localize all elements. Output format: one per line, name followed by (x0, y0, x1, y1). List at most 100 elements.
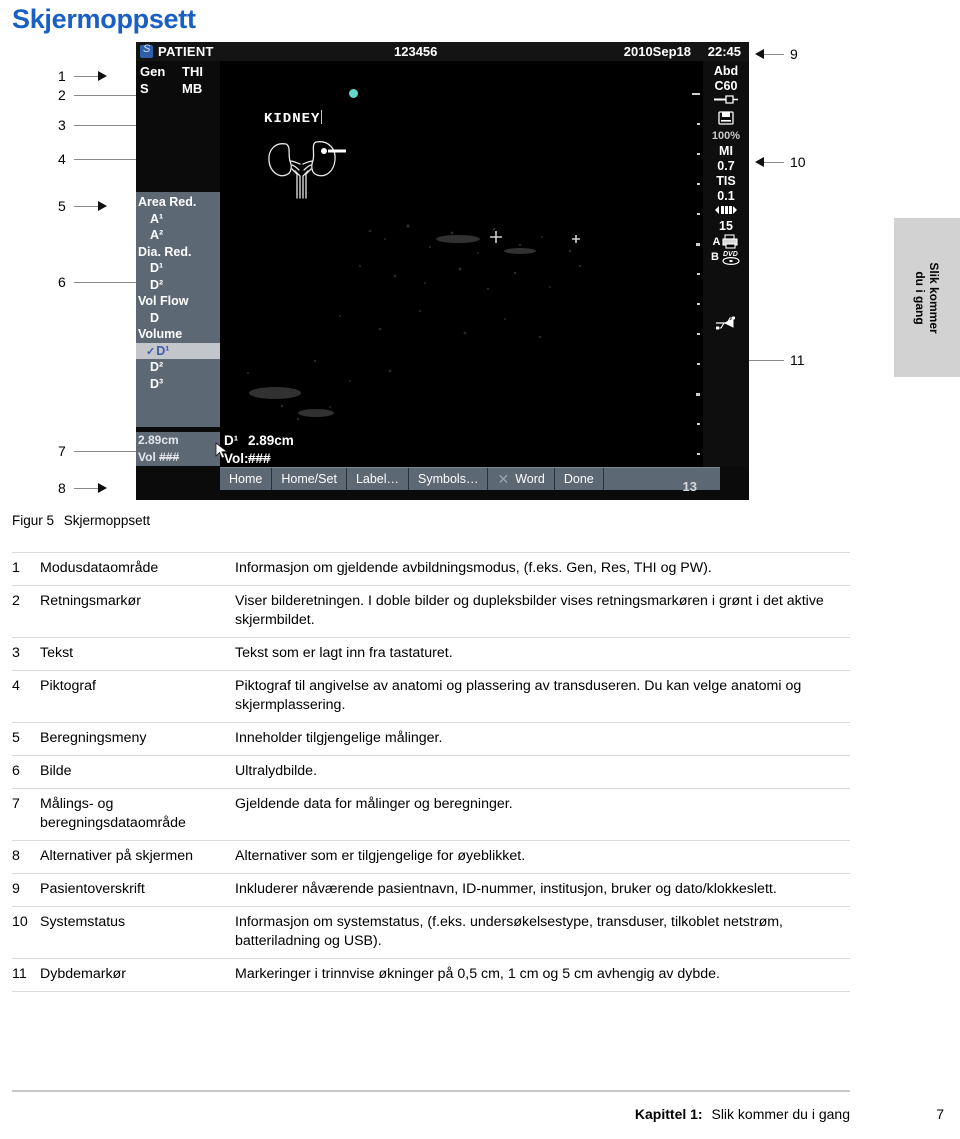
calc-menu-item[interactable]: D² (136, 359, 220, 376)
row-description: Piktograf til angivelse av anatomi og pl… (235, 670, 850, 723)
row-description: Inneholder tilgjengelige målinger. (235, 722, 850, 756)
table-row: 11 Dybdemarkør Markeringer i trinnvise ø… (12, 958, 850, 992)
calc-menu-item[interactable]: D¹ (136, 260, 220, 277)
footer-page-number: 7 (936, 1106, 944, 1122)
table-row: 3 Tekst Tekst som er lagt inn fra tastat… (12, 637, 850, 671)
table-row: 1 Modusdataområde Informasjon om gjelden… (12, 552, 850, 586)
onscreen-options-bar[interactable]: Home Home/Set Label… Symbols… ✕ Word Done (220, 467, 720, 490)
mode-s: S (140, 81, 149, 96)
patient-label: PATIENT (158, 44, 214, 59)
callout-number-3: 3 (58, 117, 66, 133)
row-name: Beregningsmeny (40, 722, 235, 756)
transducer-icon (703, 94, 749, 108)
footer-divider (12, 1090, 850, 1092)
footer-text: Kapittel 1: Slik kommer du i gang (635, 1106, 850, 1122)
row-description: Viser bilderetningen. I doble bilder og … (235, 585, 850, 638)
leader-arrow-9 (755, 49, 764, 59)
calculation-menu[interactable]: Area Red. A¹ A² Dia. Red. D¹ D² Vol Flow… (136, 192, 220, 427)
label-button[interactable]: Label… (347, 468, 410, 490)
page-root: Skjermoppsett 1 2 3 4 5 6 7 8 9 10 11 S … (0, 0, 960, 1139)
orientation-marker-dot (349, 89, 358, 98)
row-name: Piktograf (40, 670, 235, 723)
table-row: 6 Bilde Ultralydbilde. (12, 755, 850, 789)
row-number: 7 (12, 788, 40, 841)
row-number: 4 (12, 670, 40, 723)
patient-id: 123456 (394, 44, 438, 59)
text-caret (321, 110, 323, 124)
leader-arrow-5 (98, 201, 107, 211)
depth-marker-value: 13 (682, 479, 697, 494)
callout-number-1: 1 (58, 68, 66, 84)
row-number: 8 (12, 840, 40, 874)
transducer-name: C60 (714, 79, 738, 93)
calc-menu-item[interactable]: A² (136, 227, 220, 244)
row-description: Tekst som er lagt inn fra tastaturet. (235, 637, 850, 671)
row-name: Pasientoverskrift (40, 873, 235, 907)
table-row: 7 Målings- og beregningsdataområde Gjeld… (12, 788, 850, 841)
callout-number-11: 11 (790, 352, 805, 368)
row-description: Inkluderer nåværende pasientnavn, ID-num… (235, 873, 850, 907)
calc-menu-item[interactable]: Vol Flow (136, 293, 220, 310)
row-number: 3 (12, 637, 40, 671)
table-row: 2 Retningsmarkør Viser bilderetningen. I… (12, 585, 850, 638)
mode-data-area: Gen THI S MB (140, 63, 203, 97)
home-button[interactable]: Home (220, 468, 273, 490)
callout-number-7: 7 (58, 443, 66, 459)
dvd-icon: DVD (722, 251, 740, 265)
figure-screen-layout: 1 2 3 4 5 6 7 8 9 10 11 S PATIENT 123456… (0, 40, 960, 510)
calc-menu-item[interactable]: Area Red. (136, 194, 220, 211)
table-row: 8 Alternativer på skjermen Alternativer … (12, 840, 850, 874)
calc-menu-item[interactable]: D² (136, 277, 220, 294)
transducer-position-dot (321, 148, 327, 154)
calc-menu-item[interactable]: A¹ (136, 211, 220, 228)
calc-menu-item[interactable]: Volume (136, 326, 220, 343)
row-description: Informasjon om gjeldende avbildningsmodu… (235, 552, 850, 586)
figure-caption-text: Skjermoppsett (63, 513, 151, 528)
calc-menu-item-selected[interactable]: ✓D¹ (136, 342, 220, 359)
side-tab-label: Slik kommer du i gang (913, 261, 941, 334)
row-name: Systemstatus (40, 906, 235, 959)
leader-line-5 (74, 206, 98, 207)
tis-label: TIS (716, 174, 736, 188)
dvd-port-label: B (711, 251, 719, 263)
figure-caption-label: Figur 5 (12, 513, 55, 528)
done-button[interactable]: Done (555, 468, 604, 490)
exam-date: 2010Sep18 (623, 44, 691, 59)
leader-arrow-8 (98, 483, 107, 493)
mi-value: 0.7 (717, 159, 735, 173)
measurement-side-panel: 2.89cm Vol ### (136, 432, 220, 466)
leader-line-10 (764, 162, 784, 163)
table-row: 10 Systemstatus Informasjon om systemsta… (12, 906, 850, 959)
depth-marker-ticks (692, 61, 703, 467)
row-description: Markeringer i trinnvise økninger på 0,5 … (235, 958, 850, 992)
callout-number-6: 6 (58, 274, 66, 290)
row-description: Informasjon om systemstatus, (f.eks. und… (235, 906, 850, 959)
row-number: 11 (12, 958, 40, 992)
row-description: Ultralydbilde. (235, 755, 850, 789)
word-button-label: Word (515, 472, 545, 486)
calc-menu-item[interactable]: D³ (136, 376, 220, 393)
calc-menu-item[interactable]: D (136, 310, 220, 327)
printer-icon (722, 234, 739, 249)
callout-number-10: 10 (790, 154, 806, 170)
home-set-button[interactable]: Home/Set (272, 468, 347, 490)
exam-time: 22:45 (707, 44, 741, 59)
measurement-side-volume: Vol ### (138, 450, 180, 464)
row-description: Gjeldende data for målinger og beregning… (235, 788, 850, 841)
leader-line-9 (764, 54, 784, 55)
row-name: Bilde (40, 755, 235, 789)
table-row: 4 Piktograf Piktograf til angivelse av a… (12, 670, 850, 723)
option-bar-filler (604, 468, 720, 490)
leader-arrow-10 (755, 157, 764, 167)
system-status-column: Abd C60 100% MI 0.7 TIS 0.1 15 A B DVD (703, 61, 749, 467)
calc-menu-item[interactable]: Dia. Red. (136, 244, 220, 261)
word-button[interactable]: ✕ Word (488, 468, 555, 490)
figure-caption: Figur 5 Skjermoppsett (12, 513, 150, 528)
mode-mb: MB (182, 81, 203, 96)
row-name: Modusdataområde (40, 552, 235, 586)
measurement-side-distance: 2.89cm (138, 433, 179, 447)
symbols-button[interactable]: Symbols… (409, 468, 489, 490)
printer-status-row: A (703, 234, 749, 249)
callout-number-9: 9 (790, 46, 798, 62)
legend-table: 1 Modusdataområde Informasjon om gjelden… (12, 552, 850, 992)
